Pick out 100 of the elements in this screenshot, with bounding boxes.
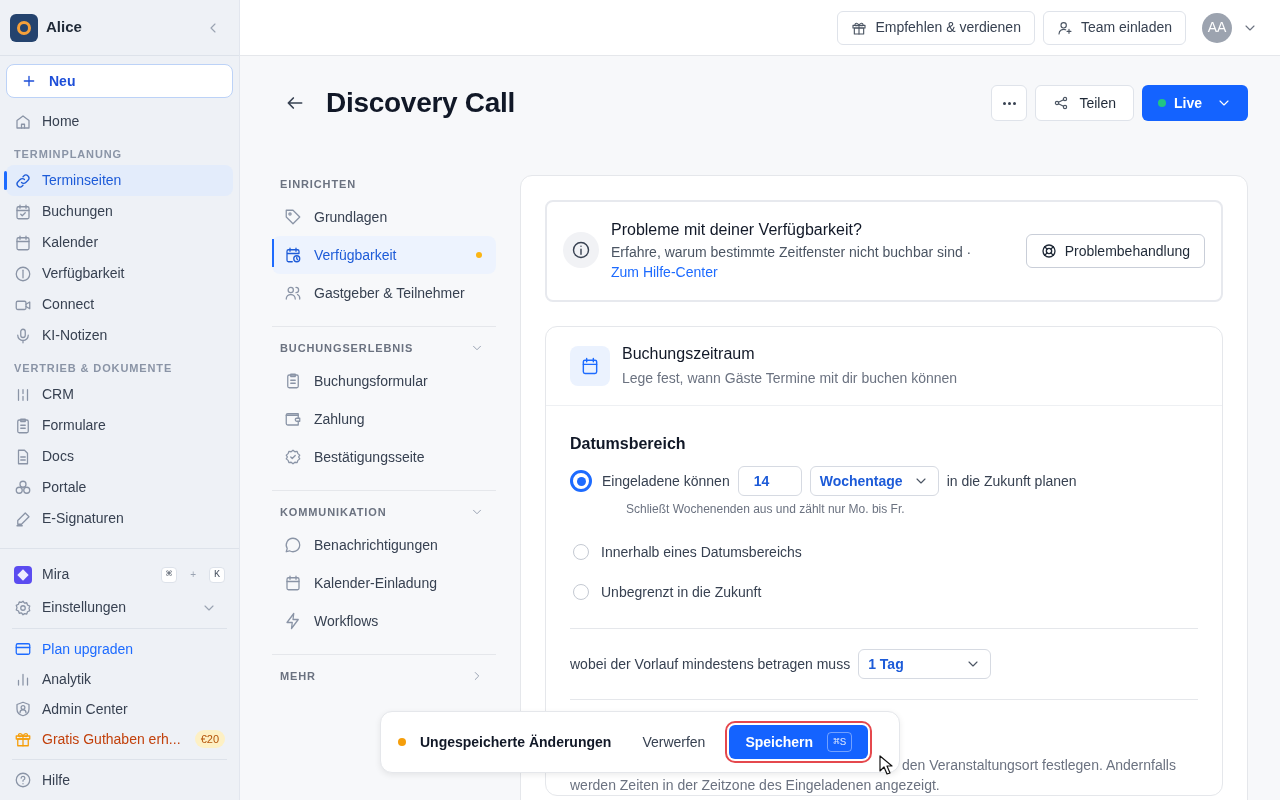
sidebar-item[interactable]: Kalender bbox=[6, 227, 233, 258]
settings-nav-item[interactable]: Workflows bbox=[272, 602, 496, 640]
sidebar-item[interactable]: E-Signaturen bbox=[6, 503, 233, 534]
assistant-item[interactable]: Mira ⌘ + K bbox=[6, 559, 233, 590]
status-button[interactable]: Live bbox=[1142, 85, 1248, 121]
sidebar-item[interactable]: Gratis Guthaben erh... €20 bbox=[6, 724, 233, 754]
more-icon bbox=[1002, 101, 1016, 105]
section-heading: VERTRIEB & DOKUMENTE bbox=[13, 360, 174, 376]
settings-nav-item[interactable]: Zahlung bbox=[272, 400, 496, 438]
sidebar-item[interactable]: KI-Notizen bbox=[6, 320, 233, 351]
calendar-icon bbox=[14, 233, 32, 252]
calendar-clock-icon bbox=[284, 246, 302, 264]
share-button[interactable]: Teilen bbox=[1035, 85, 1134, 121]
logo-icon bbox=[10, 13, 38, 42]
radio-button[interactable] bbox=[570, 470, 592, 492]
settings-nav-item[interactable]: Buchungsformular bbox=[272, 362, 496, 400]
workspace-name[interactable]: Alice bbox=[46, 16, 197, 39]
troubleshoot-button[interactable]: Problembehandlung bbox=[1025, 234, 1205, 268]
note-text: werden Zeiten in der Zeitzone des Eingeladenen angezeigt. bbox=[570, 776, 940, 795]
notice-dropdown[interactable]: 1 Tag bbox=[858, 649, 992, 679]
card-subtitle: Lege fest, wann Gäste Termine mit dir buchen können bbox=[622, 369, 958, 388]
help-icon bbox=[14, 771, 32, 789]
lifebuoy-icon bbox=[1040, 243, 1057, 259]
shortcut-key: K bbox=[209, 566, 225, 583]
settings-icon bbox=[14, 598, 32, 617]
credit-card-icon bbox=[14, 640, 32, 658]
settings-nav-item[interactable]: Gastgeber & Teilnehmer bbox=[272, 274, 496, 312]
section-title: Datumsbereich bbox=[570, 434, 687, 454]
shortcut-key: ⌘S bbox=[827, 732, 853, 752]
wallet-icon bbox=[284, 410, 302, 428]
calendar-icon bbox=[580, 356, 600, 376]
share-icon bbox=[1053, 95, 1070, 111]
topbar-button[interactable]: Team einladen bbox=[1042, 10, 1186, 45]
sidebar-item[interactable]: Portale bbox=[6, 472, 233, 503]
gift-icon bbox=[14, 730, 32, 748]
sidebar-item[interactable]: Home bbox=[6, 106, 233, 137]
sidebar-item[interactable]: Docs bbox=[6, 441, 233, 472]
number-field[interactable]: 14 bbox=[737, 466, 802, 496]
page-title: Discovery Call bbox=[326, 86, 517, 120]
section-heading: TERMINPLANUNG bbox=[13, 146, 123, 162]
section-heading: MEHR bbox=[280, 668, 316, 684]
clipboard-icon bbox=[284, 372, 302, 390]
settings-item[interactable]: Einstellungen bbox=[6, 592, 233, 623]
settings-nav-item[interactable]: Benachrichtigungen bbox=[272, 526, 496, 564]
sidebar-item[interactable]: CRM bbox=[6, 379, 233, 410]
sidebar-item[interactable]: Formulare bbox=[6, 410, 233, 441]
settings-nav-item[interactable]: Verfügbarkeit bbox=[272, 236, 496, 274]
sidebar-item[interactable]: Verfügbarkeit bbox=[6, 258, 233, 289]
option-label: Unbegrenzt in die Zukunft bbox=[601, 582, 762, 602]
calendar-check-icon bbox=[14, 202, 32, 221]
user-plus-icon bbox=[1056, 19, 1073, 36]
option-hint: Schließt Wochenenden aus und zählt nur Mo. bis Fr. bbox=[626, 501, 906, 518]
settings-nav-item[interactable]: Kalender-Einladung bbox=[272, 564, 496, 602]
sidebar-item[interactable]: Analytik bbox=[6, 664, 233, 694]
shield-icon bbox=[14, 700, 32, 718]
card-title: Buchungszeitraum bbox=[622, 344, 756, 364]
circle-icon bbox=[14, 264, 32, 283]
sidebar-item[interactable]: Terminseiten bbox=[6, 165, 233, 196]
sparkle-icon bbox=[14, 565, 32, 584]
info-icon bbox=[571, 240, 591, 260]
check-badge-icon bbox=[284, 448, 302, 466]
settings-nav-item[interactable]: Grundlagen bbox=[272, 198, 496, 236]
help-center-link[interactable]: Zum Hilfe-Center bbox=[611, 262, 718, 282]
plus-icon bbox=[21, 73, 37, 89]
sidebar-item[interactable]: Connect bbox=[6, 289, 233, 320]
radio-button[interactable] bbox=[573, 544, 589, 560]
alert-text: Erfahre, warum bestimmte Zeitfenster nicht buchbar sind · bbox=[611, 243, 973, 262]
toast-message: Ungespeicherte Änderungen bbox=[420, 732, 612, 752]
shortcut-key: ⌘ bbox=[161, 566, 178, 583]
users-icon bbox=[284, 284, 302, 302]
notice-label: wobei der Vorlauf mindestens betragen muss bbox=[570, 654, 851, 674]
section-heading: BUCHUNGSERLEBNIS bbox=[280, 340, 414, 356]
calendar-icon bbox=[284, 574, 302, 592]
unit-dropdown[interactable]: Wochentage bbox=[809, 466, 939, 496]
link-icon bbox=[14, 171, 32, 190]
microphone-icon bbox=[14, 326, 32, 345]
lightning-icon bbox=[284, 612, 302, 630]
tag-icon bbox=[284, 208, 302, 226]
shortcut-plus: + bbox=[190, 568, 196, 582]
more-button[interactable] bbox=[991, 85, 1028, 121]
sidebar-item[interactable]: Plan upgraden bbox=[6, 634, 233, 664]
discard-button[interactable]: Verwerfen bbox=[642, 731, 706, 753]
circles-icon bbox=[14, 478, 32, 497]
option-label: in die Zukunft planen bbox=[946, 471, 1077, 491]
help-item[interactable]: Hilfe bbox=[6, 765, 233, 795]
pen-icon bbox=[14, 509, 32, 528]
section-heading: KOMMUNIKATION bbox=[280, 504, 387, 520]
topbar-button[interactable]: Empfehlen & verdienen bbox=[837, 10, 1035, 45]
clipboard-icon bbox=[14, 416, 32, 435]
sidebar-item[interactable]: Buchungen bbox=[6, 196, 233, 227]
sidebar-item[interactable]: Admin Center bbox=[6, 694, 233, 724]
settings-nav-item[interactable]: Bestätigungsseite bbox=[272, 438, 496, 476]
option-label: Eingeladene können bbox=[602, 471, 730, 491]
chat-bubble-icon bbox=[284, 536, 302, 554]
alert-title: Probleme mit deiner Verfügbarkeit? bbox=[611, 220, 863, 240]
option-label: Innerhalb eines Datumsbereichs bbox=[601, 542, 802, 562]
new-button[interactable]: Neu bbox=[6, 64, 233, 98]
credit-badge: €20 bbox=[194, 729, 225, 749]
radio-button[interactable] bbox=[573, 584, 589, 600]
note-text: den Veranstaltungsort festlegen. Andernfalls bbox=[902, 756, 1176, 775]
